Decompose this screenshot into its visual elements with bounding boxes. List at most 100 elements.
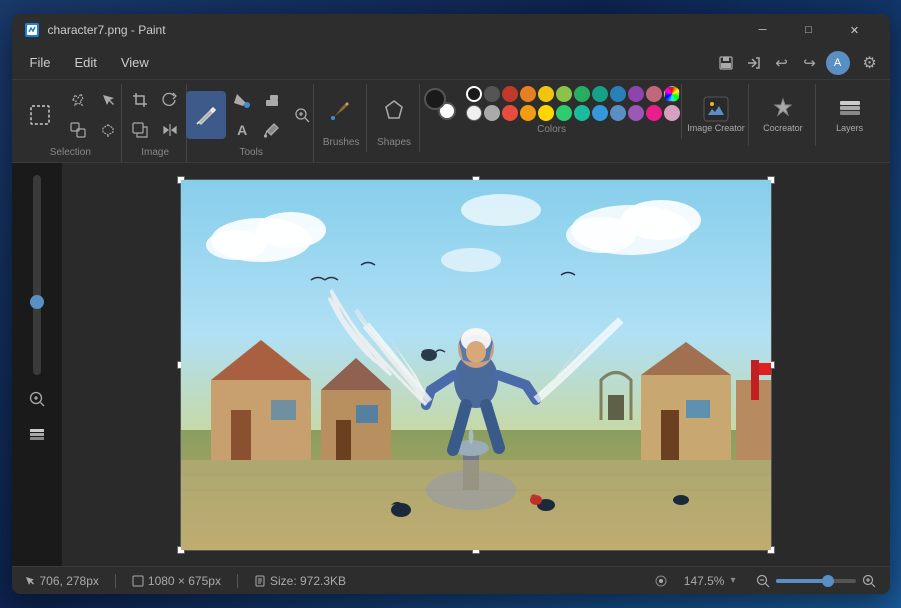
cocreator-button[interactable]: Cocreator xyxy=(753,86,813,142)
select-free-button[interactable] xyxy=(64,86,92,114)
swatch-lightblue[interactable] xyxy=(592,105,608,121)
ribbon-groups: Selection xyxy=(20,84,882,162)
select-rect-button[interactable] xyxy=(18,89,62,141)
swatch-pink1[interactable] xyxy=(646,86,662,102)
minimize-button[interactable]: ─ xyxy=(740,14,786,46)
image-creator-label: Image Creator xyxy=(687,123,745,134)
menu-toolbar: ↩ ↪ xyxy=(714,51,822,75)
swatch-yellow2[interactable] xyxy=(538,105,554,121)
brushes-label: Brushes xyxy=(323,137,360,148)
swatch-darkgray[interactable] xyxy=(484,86,500,102)
fill-button[interactable] xyxy=(228,86,256,114)
select-expand-button[interactable] xyxy=(64,116,92,144)
pencil-button[interactable] xyxy=(186,91,226,139)
swatch-lightpink[interactable] xyxy=(664,105,680,121)
image-buttons xyxy=(126,86,184,144)
eyedrop-button[interactable] xyxy=(258,116,286,144)
selection-label: Selection xyxy=(50,147,91,158)
resize-button[interactable] xyxy=(126,116,154,144)
swatch-white[interactable] xyxy=(466,105,482,121)
zoom-in-icon xyxy=(862,574,876,588)
canvas-area[interactable] xyxy=(62,163,890,566)
swatch-blue1[interactable] xyxy=(610,86,626,102)
zoom-dropdown-button[interactable]: ▾ xyxy=(728,573,737,588)
shapes-buttons xyxy=(372,86,416,134)
zoom-in-button[interactable] xyxy=(860,572,878,590)
swatch-rainbow[interactable] xyxy=(664,86,680,102)
ribbon-group-shapes: Shapes xyxy=(369,84,420,152)
menu-file[interactable]: File xyxy=(20,51,61,74)
swatch-orange2[interactable] xyxy=(520,105,536,121)
file-size-item: Size: 972.3KB xyxy=(254,574,346,588)
close-button[interactable]: ✕ xyxy=(832,14,878,46)
selection-col2 xyxy=(64,86,92,144)
swatch-teal[interactable] xyxy=(592,86,608,102)
swatch-lime[interactable] xyxy=(556,86,572,102)
ribbon-group-layers: Layers xyxy=(818,84,882,146)
shapes-label: Shapes xyxy=(377,137,411,148)
menu-edit[interactable]: Edit xyxy=(64,51,106,74)
zoom-thumb[interactable] xyxy=(30,295,44,309)
brushes-buttons xyxy=(319,86,363,134)
zoom-tool-button[interactable] xyxy=(288,101,316,129)
divider1 xyxy=(115,574,116,588)
zoom-slider[interactable] xyxy=(776,579,856,583)
swatch-red2[interactable] xyxy=(502,105,518,121)
swatch-purple2[interactable] xyxy=(628,105,644,121)
save-icon[interactable] xyxy=(714,51,738,75)
file-size-icon xyxy=(254,575,266,587)
layers-button[interactable]: Layers xyxy=(820,86,880,142)
ribbon-group-image-creator: Image Creator xyxy=(684,84,749,146)
swatch-red1[interactable] xyxy=(502,86,518,102)
text-button[interactable]: A xyxy=(228,116,256,144)
brush-button[interactable] xyxy=(319,86,363,134)
zoom-slider-container xyxy=(754,572,878,590)
zoom-track[interactable] xyxy=(33,175,41,375)
swatch-orange1[interactable] xyxy=(520,86,536,102)
current-colors xyxy=(424,88,456,120)
canvas-size-item: 1080 × 675px xyxy=(132,574,221,588)
swatch-cyan[interactable] xyxy=(574,105,590,121)
menu-view[interactable]: View xyxy=(111,51,159,74)
layers-label: Layers xyxy=(836,123,863,134)
avatar[interactable]: A xyxy=(826,51,850,75)
undo-icon[interactable]: ↩ xyxy=(770,51,794,75)
zoom-control: 147.5% ▾ xyxy=(684,573,738,588)
select-lasso-button[interactable] xyxy=(94,116,122,144)
crop-button[interactable] xyxy=(126,86,154,114)
select-arrow-button[interactable] xyxy=(94,86,122,114)
swatch-purple1[interactable] xyxy=(628,86,644,102)
eraser-button[interactable] xyxy=(258,86,286,114)
tools-buttons: A xyxy=(186,86,316,144)
swatch-rose[interactable] xyxy=(646,105,662,121)
sidebar-zoom-in[interactable] xyxy=(21,383,53,415)
shape-button[interactable] xyxy=(372,86,416,134)
ribbon-group-selection: Selection xyxy=(20,84,123,162)
swatch-lightgray[interactable] xyxy=(484,105,500,121)
zoom-slider-thumb[interactable] xyxy=(822,575,834,587)
tools-label: Tools xyxy=(239,147,262,158)
sidebar-layers[interactable] xyxy=(21,419,53,451)
zoom-slider-fill xyxy=(776,579,824,583)
swatch-yellow1[interactable] xyxy=(538,86,554,102)
menu-bar: File Edit View ↩ ↪ A xyxy=(12,46,890,80)
swatch-lightgreen[interactable] xyxy=(556,105,572,121)
image-creator-button[interactable]: Image Creator xyxy=(686,86,746,142)
ribbon-group-tools: A xyxy=(189,84,314,162)
foreground-color[interactable] xyxy=(424,88,446,110)
swatch-black[interactable] xyxy=(466,86,482,102)
swatch-green1[interactable] xyxy=(574,86,590,102)
maximize-button[interactable]: □ xyxy=(786,14,832,46)
flip-button[interactable] xyxy=(156,116,184,144)
share-icon[interactable] xyxy=(742,51,766,75)
zoom-out-button[interactable] xyxy=(754,572,772,590)
title-bar: character7.png - Paint ─ □ ✕ xyxy=(12,14,890,46)
swatch-blue2[interactable] xyxy=(610,105,626,121)
settings-icon[interactable]: ⚙ xyxy=(858,51,882,75)
canvas-size-icon xyxy=(132,575,144,587)
rotate-button[interactable] xyxy=(156,86,184,114)
window-controls: ─ □ ✕ xyxy=(740,14,878,46)
selection-col1 xyxy=(18,89,62,141)
menu-right: A ⚙ xyxy=(826,51,882,75)
redo-icon[interactable]: ↪ xyxy=(798,51,822,75)
